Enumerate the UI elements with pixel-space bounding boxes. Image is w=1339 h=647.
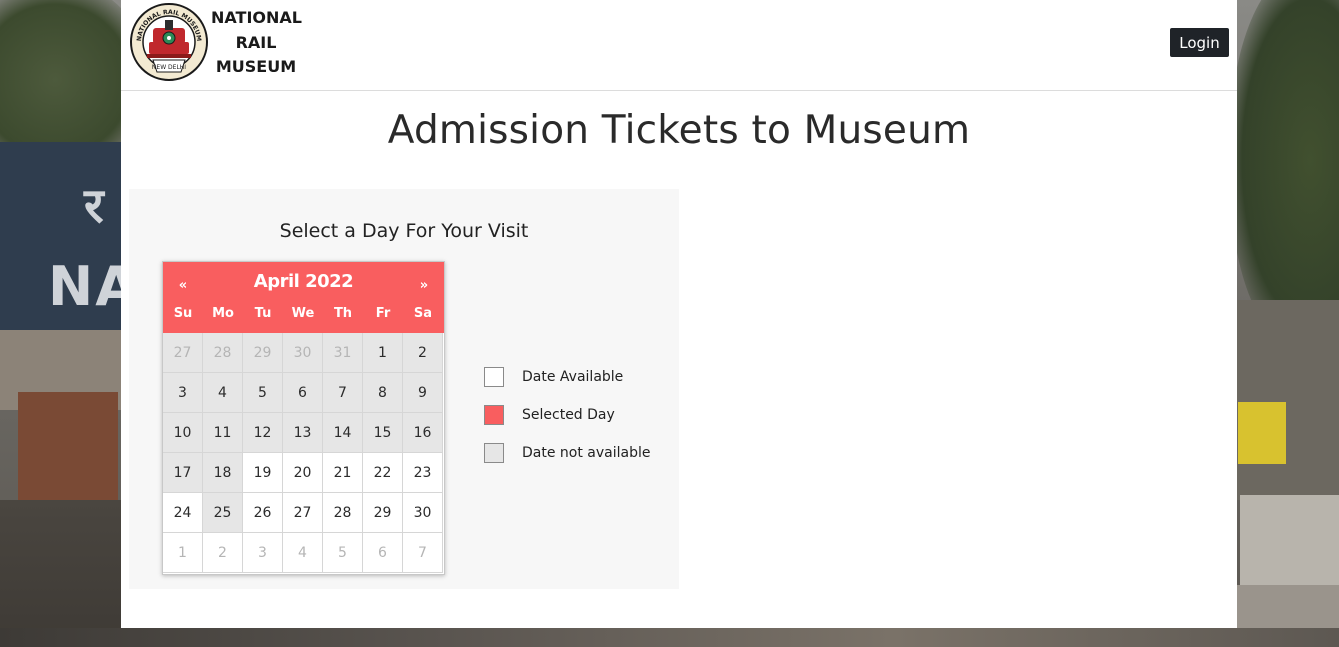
calendar-day[interactable]: 23 [403,453,443,493]
calendar-day[interactable]: 17 [163,453,203,493]
background-ground-bottom [0,628,1339,647]
legend-item: Selected Day [484,405,674,443]
weekday-label: Sa [413,306,433,321]
calendar-day[interactable]: 3 [163,373,203,413]
legend-swatch [484,405,504,425]
calendar-day[interactable]: 5 [323,533,363,573]
calendar-day[interactable]: 27 [163,333,203,373]
weekday-label: We [291,306,315,321]
calendar-legend: Date Available Selected Day Date not avail… [484,367,674,481]
calendar-day[interactable]: 30 [283,333,323,373]
calendar-day[interactable]: 13 [283,413,323,453]
calendar-day-grid: 27 28 29 30 31 1 2 3 4 5 6 7 8 9 10 11 12 13 14 15 16 17 18 19 2… [163,333,444,574]
main-panel: NATIONAL RAIL MUSEUM NEW DELHI NATIONAL … [121,0,1237,628]
calendar-day[interactable]: 24 [163,493,203,533]
calendar-day[interactable]: 2 [403,333,443,373]
background-yellow-sign [1238,402,1286,464]
calendar-day[interactable]: 31 [323,333,363,373]
calendar-day[interactable]: 28 [203,333,243,373]
calendar-month-title[interactable]: April 2022 [203,271,404,292]
calendar-day[interactable]: 3 [243,533,283,573]
calendar-day[interactable]: 14 [323,413,363,453]
previous-month-button[interactable]: « [168,274,198,296]
visit-date-picker-section: Select a Day For Your Visit « April 2022… [129,189,679,589]
select-day-heading: Select a Day For Your Visit [279,220,529,242]
calendar-day[interactable]: 21 [323,453,363,493]
calendar-day[interactable]: 30 [403,493,443,533]
calendar-day[interactable]: 20 [283,453,323,493]
calendar-day[interactable]: 18 [203,453,243,493]
page-title: Admission Tickets to Museum [387,108,971,153]
calendar-day[interactable]: 11 [203,413,243,453]
legend-label: Date Available [522,369,624,385]
calendar-day[interactable]: 28 [323,493,363,533]
legend-label: Selected Day [522,407,615,423]
weekday-label: Mo [212,306,234,321]
legend-item: Date Available [484,367,674,405]
calendar-day[interactable]: 15 [363,413,403,453]
calendar-day[interactable]: 10 [163,413,203,453]
legend-label: Date not available [522,445,651,461]
brand-name[interactable]: NATIONAL RAIL MUSEUM [211,6,302,80]
background-railing [1240,495,1339,585]
calendar-day[interactable]: 29 [243,333,283,373]
legend-item: Date not available [484,443,674,481]
calendar-day[interactable]: 5 [243,373,283,413]
calendar-day[interactable]: 4 [283,533,323,573]
logo-bottom-text: NEW DELHI [152,64,186,71]
calendar-day[interactable]: 7 [323,373,363,413]
background-ground-left [0,500,126,647]
legend-swatch [484,367,504,387]
weekday-label: Tu [254,306,272,321]
museum-logo-icon[interactable]: NATIONAL RAIL MUSEUM NEW DELHI [129,2,209,82]
calendar-day[interactable]: 2 [203,533,243,573]
calendar-day[interactable]: 12 [243,413,283,453]
background-board [18,392,118,512]
calendar-day[interactable]: 22 [363,453,403,493]
calendar-day[interactable]: 8 [363,373,403,413]
calendar-day[interactable]: 6 [283,373,323,413]
calendar-day[interactable]: 16 [403,413,443,453]
brand-line-museum: MUSEUM [215,57,297,76]
calendar-day[interactable]: 27 [283,493,323,533]
weekday-header-row: Su Mo Tu We Th Fr Sa [163,306,444,326]
calendar-day[interactable]: 26 [243,493,283,533]
background-building-right [1237,300,1339,500]
calendar-day[interactable]: 29 [363,493,403,533]
calendar-day[interactable]: 4 [203,373,243,413]
brand-line-national: NATIONAL [211,8,302,27]
background-hindi-text: र [84,178,104,234]
calendar-day[interactable]: 6 [363,533,403,573]
weekday-label: Fr [375,306,391,321]
weekday-label: Th [333,306,353,321]
weekday-label: Su [173,306,193,321]
legend-swatch [484,443,504,463]
calendar-day[interactable]: 7 [403,533,443,573]
calendar: « April 2022 » Su Mo Tu We Th Fr Sa 27 28… [162,261,445,575]
calendar-header: « April 2022 » Su Mo Tu We Th Fr Sa [163,262,444,333]
calendar-day[interactable]: 1 [163,533,203,573]
calendar-day[interactable]: 9 [403,373,443,413]
login-button[interactable]: Login [1170,28,1229,57]
calendar-day[interactable]: 25 [203,493,243,533]
calendar-day[interactable]: 19 [243,453,283,493]
next-month-button[interactable]: » [409,274,439,296]
calendar-day[interactable]: 1 [363,333,403,373]
site-header: NATIONAL RAIL MUSEUM NEW DELHI NATIONAL … [121,0,1237,91]
brand-line-rail: RAIL [235,32,277,52]
